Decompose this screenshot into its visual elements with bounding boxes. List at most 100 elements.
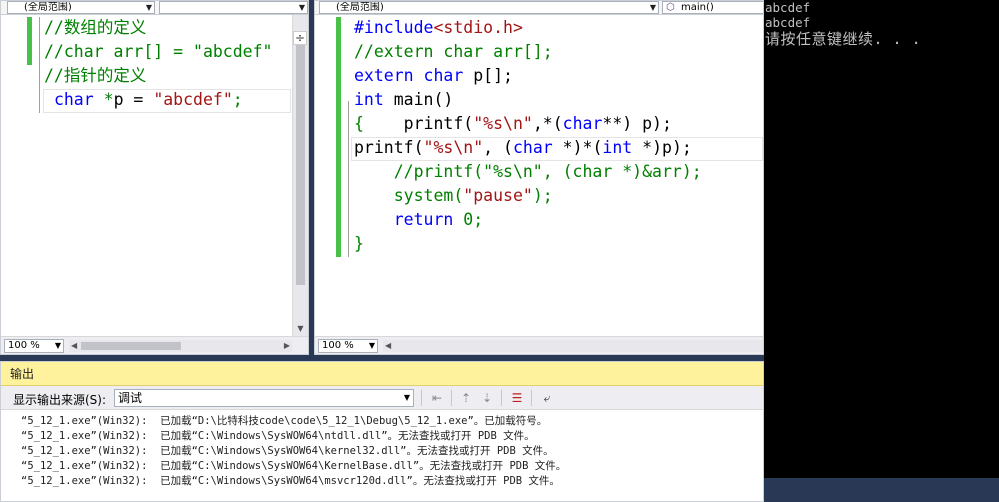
code-token: char <box>512 138 553 157</box>
output-line: “5_12_1.exe”(Win32): 已加载“C:\Windows\SysW… <box>21 445 554 457</box>
scroll-right-icon[interactable]: ▶ <box>284 340 290 352</box>
code-token: **) p); <box>602 114 672 133</box>
toolbar-separator <box>421 390 422 406</box>
code-token: //char arr[] = "abcdef" <box>44 42 273 61</box>
left-margin <box>1 15 41 336</box>
left-outline-guide <box>39 17 40 113</box>
code-token: 0; <box>453 210 484 229</box>
code-token: main() <box>383 90 454 109</box>
right-member-combo[interactable]: ⬡ main() <box>662 1 763 14</box>
output-panel-title: 输出 <box>1 362 763 386</box>
output-panel: 输出 显示输出来源(S): 调试 ▼ ⇤ ⇡ ⇣ ☰ ⤶ “5_12_1.exe… <box>0 361 764 502</box>
console-window: abcdef abcdef 请按任意键继续. . . <box>764 0 999 478</box>
code-token: p[]; <box>463 66 513 85</box>
right-scope-combo[interactable]: (全局范围) ▼ <box>319 1 659 14</box>
left-member-combo[interactable]: ▼ <box>159 1 308 14</box>
console-line: abcdef <box>765 15 811 30</box>
right-zoom-combo[interactable]: 100 % ▼ <box>318 339 378 353</box>
code-token: ; <box>232 90 243 109</box>
left-code-area[interactable]: //数组的定义 //char arr[] = "abcdef" //指针的定义 ch… <box>44 16 272 112</box>
code-line: //char arr[] = "abcdef" <box>44 40 272 64</box>
scroll-down-icon[interactable]: ▼ <box>293 322 308 336</box>
code-token: *)*( <box>552 138 603 157</box>
left-nav-bar: (全局范围) ▼ ▼ <box>1 1 308 15</box>
right-code-area[interactable]: #include<stdio.h> //extern char arr[]; ext… <box>354 16 702 256</box>
left-scope-combo[interactable]: (全局范围) ▼ <box>7 1 155 14</box>
output-source-value: 调试 <box>118 391 143 405</box>
output-source-label: 显示输出来源(S): <box>13 393 107 407</box>
scroll-left-icon[interactable]: ◀ <box>71 340 77 352</box>
code-line: { printf("%s\n",*(char**) p); <box>354 112 702 136</box>
code-token: extern <box>354 66 414 85</box>
code-token: //数组的定义 <box>44 18 147 37</box>
left-hscroll-thumb[interactable] <box>81 342 181 350</box>
right-bottom-bar: 100 % ▼ ◀ <box>315 336 763 354</box>
clear-all-icon[interactable]: ☰ <box>509 390 525 406</box>
output-line: “5_12_1.exe”(Win32): 已加载“C:\Windows\SysW… <box>21 430 535 442</box>
output-line: “5_12_1.exe”(Win32): 已加载“C:\Windows\SysW… <box>21 460 567 472</box>
code-token: } <box>354 234 364 253</box>
output-toolbar: 显示输出来源(S): 调试 ▼ ⇤ ⇡ ⇣ ☰ ⤶ <box>1 386 763 410</box>
goto-prev-message-icon[interactable]: ⇡ <box>458 390 474 406</box>
output-line: “5_12_1.exe”(Win32): 已加载“C:\Windows\SysW… <box>21 475 560 487</box>
code-line: system("pause"); <box>354 184 702 208</box>
right-member-combo-label: main() <box>681 2 714 13</box>
code-token: * <box>93 90 114 109</box>
left-scope-combo-label: (全局范围) <box>24 2 72 13</box>
word-wrap-icon[interactable]: ⤶ <box>539 390 555 406</box>
code-line: int main() <box>354 88 702 112</box>
code-token: #include <box>354 18 434 37</box>
console-line: abcdef <box>765 0 811 15</box>
right-change-bar <box>336 17 341 257</box>
code-token: "%s\n" <box>473 114 533 133</box>
split-icon[interactable]: ÷ <box>293 31 307 45</box>
console-line: 请按任意键继续. . . <box>765 30 922 48</box>
chevron-down-icon: ▼ <box>649 3 656 12</box>
code-token: char <box>53 90 94 109</box>
right-horizontal-scrollbar[interactable]: ◀ <box>383 340 763 352</box>
goto-next-message-icon[interactable]: ⇣ <box>479 390 495 406</box>
code-token: printf( <box>354 138 424 157</box>
chevron-down-icon: ▼ <box>403 393 410 402</box>
chevron-down-icon: ▼ <box>298 3 305 12</box>
method-cube-icon: ⬡ <box>666 2 675 13</box>
output-source-select[interactable]: 调试 ▼ <box>114 389 414 407</box>
code-token: char <box>423 66 464 85</box>
left-bottom-bar: 100 % ▼ ◀ ▶ <box>1 336 308 354</box>
code-token: //printf("%s\n", (char *)&arr); <box>354 162 702 181</box>
left-zoom-combo[interactable]: 100 % ▼ <box>4 339 64 353</box>
chevron-down-icon: ▼ <box>145 3 152 12</box>
code-token: , ( <box>483 138 513 157</box>
left-vertical-scrollbar[interactable]: ÷ ▼ <box>292 15 308 336</box>
code-token: { <box>354 114 364 133</box>
left-vscroll-thumb[interactable] <box>296 45 305 285</box>
code-token: char <box>562 114 603 133</box>
code-token: ); <box>532 186 553 205</box>
goto-previous-icon[interactable]: ⇤ <box>429 390 445 406</box>
code-line: return 0; <box>354 208 702 232</box>
code-token: return <box>393 210 454 229</box>
code-line: #include<stdio.h> <box>354 16 702 40</box>
right-outline-guide <box>348 101 349 257</box>
code-token: <stdio.h> <box>433 18 523 37</box>
code-line: } <box>354 232 702 256</box>
code-token: "abcdef" <box>153 90 233 109</box>
left-editor-pane: (全局范围) ▼ ▼ //数组的定义 //char arr[] = "abcdef… <box>0 0 309 355</box>
chevron-down-icon: ▼ <box>368 341 375 350</box>
code-token: *)p); <box>632 138 692 157</box>
code-line: extern char p[]; <box>354 64 702 88</box>
code-token: "pause" <box>463 186 533 205</box>
output-text-area[interactable]: “5_12_1.exe”(Win32): 已加载“D:\比特科技code\cod… <box>1 410 763 489</box>
code-line: char *p = "abcdef"; <box>44 88 272 112</box>
code-line: printf("%s\n", (char *)*(int *)p); <box>354 136 702 160</box>
toolbar-separator <box>531 390 532 406</box>
scroll-left-icon[interactable]: ◀ <box>385 340 391 352</box>
left-change-bar <box>27 17 32 65</box>
right-nav-bar: (全局范围) ▼ ⬡ main() <box>315 1 763 15</box>
chevron-down-icon: ▼ <box>54 341 61 350</box>
left-horizontal-scrollbar[interactable]: ◀ ▶ <box>69 340 292 352</box>
toolbar-separator <box>451 390 452 406</box>
code-token: //extern char arr[]; <box>354 42 553 61</box>
